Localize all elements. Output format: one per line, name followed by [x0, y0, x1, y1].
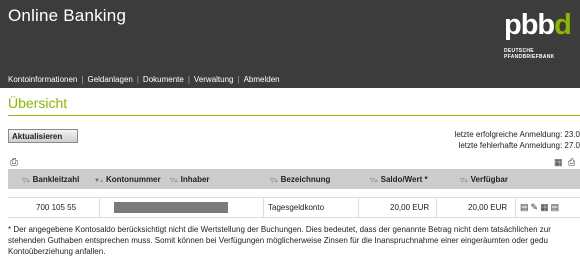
- col-verfuegbar[interactable]: ▽▵ Verfügbar: [460, 175, 508, 184]
- sort-icon: ▽▵: [170, 178, 178, 184]
- sort-icon: ▽▵: [370, 178, 378, 184]
- last-login-failed: letzte fehlerhafte Anmeldung: 27.0: [458, 141, 580, 150]
- sort-icon: ▽▵: [270, 178, 278, 184]
- cell-saldo: 20,00 EUR: [390, 203, 430, 212]
- nav-kontoinformationen[interactable]: Kontoinformationen: [8, 75, 77, 84]
- last-login-ok: letzte erfolgreiche Anmeldung: 23.0: [454, 130, 580, 139]
- table-header: ▽▵ Bankleitzahl ▼▵ Kontonummer ▽▵ Inhaber ▽…: [8, 169, 580, 189]
- col-saldo[interactable]: ▽▵ Saldo/Wert *: [370, 175, 428, 184]
- cell-bezeichnung: Tagesgeldkonto: [268, 203, 325, 212]
- header-bar: Online Banking pbbd DEUTSCHE PFANDBRIEFB…: [0, 0, 580, 88]
- row-actions: ▤✎▦▤: [520, 202, 561, 213]
- export-icon[interactable]: ▦: [554, 157, 563, 168]
- sort-icon: ▽▵: [22, 178, 30, 184]
- calendar-icon[interactable]: ▦: [540, 202, 551, 212]
- table-row[interactable]: 700 105 55 Tagesgeldkonto 20,00 EUR 20,0…: [8, 197, 580, 218]
- documents-icon[interactable]: ▤: [551, 202, 562, 212]
- nav-dokumente[interactable]: Dokumente: [143, 75, 184, 84]
- refresh-button[interactable]: Aktualisieren: [8, 129, 78, 143]
- cell-bankleitzahl: 700 105 55: [36, 203, 77, 212]
- col-inhaber[interactable]: ▽▵ Inhaber: [170, 175, 210, 184]
- account-details-icon[interactable]: ▤: [520, 202, 531, 212]
- print-all-icon[interactable]: ⎙: [568, 157, 575, 168]
- print-icon[interactable]: ⎙: [10, 157, 18, 168]
- page-title: Übersicht: [8, 95, 68, 111]
- title-divider: [8, 115, 580, 116]
- edit-icon[interactable]: ✎: [531, 202, 541, 212]
- nav-verwaltung[interactable]: Verwaltung: [194, 75, 234, 84]
- pbb-logo: pbbd DEUTSCHE PFANDBRIEFBANK: [504, 9, 572, 60]
- col-bankleitzahl[interactable]: ▽▵ Bankleitzahl: [22, 175, 79, 184]
- login-info: letzte erfolgreiche Anmeldung: 23.0 letz…: [455, 129, 580, 151]
- app-title: Online Banking: [8, 6, 127, 25]
- col-bezeichnung[interactable]: ▽▵ Bezeichnung: [270, 175, 330, 184]
- sort-icon: ▽▵: [460, 178, 468, 184]
- footnote: * Der angegebene Kontosaldo berücksichti…: [8, 225, 551, 256]
- redacted-account-owner: [114, 202, 228, 213]
- sort-icon: ▼▵: [94, 178, 103, 184]
- cell-verfuegbar: 20,00 EUR: [468, 203, 508, 212]
- nav-abmelden[interactable]: Abmelden: [244, 75, 280, 84]
- main-nav: Kontoinformationen | Geldanlagen | Dokumente…: [8, 75, 280, 84]
- nav-geldanlagen[interactable]: Geldanlagen: [87, 75, 132, 84]
- col-kontonummer[interactable]: ▼▵ Kontonummer: [94, 175, 161, 184]
